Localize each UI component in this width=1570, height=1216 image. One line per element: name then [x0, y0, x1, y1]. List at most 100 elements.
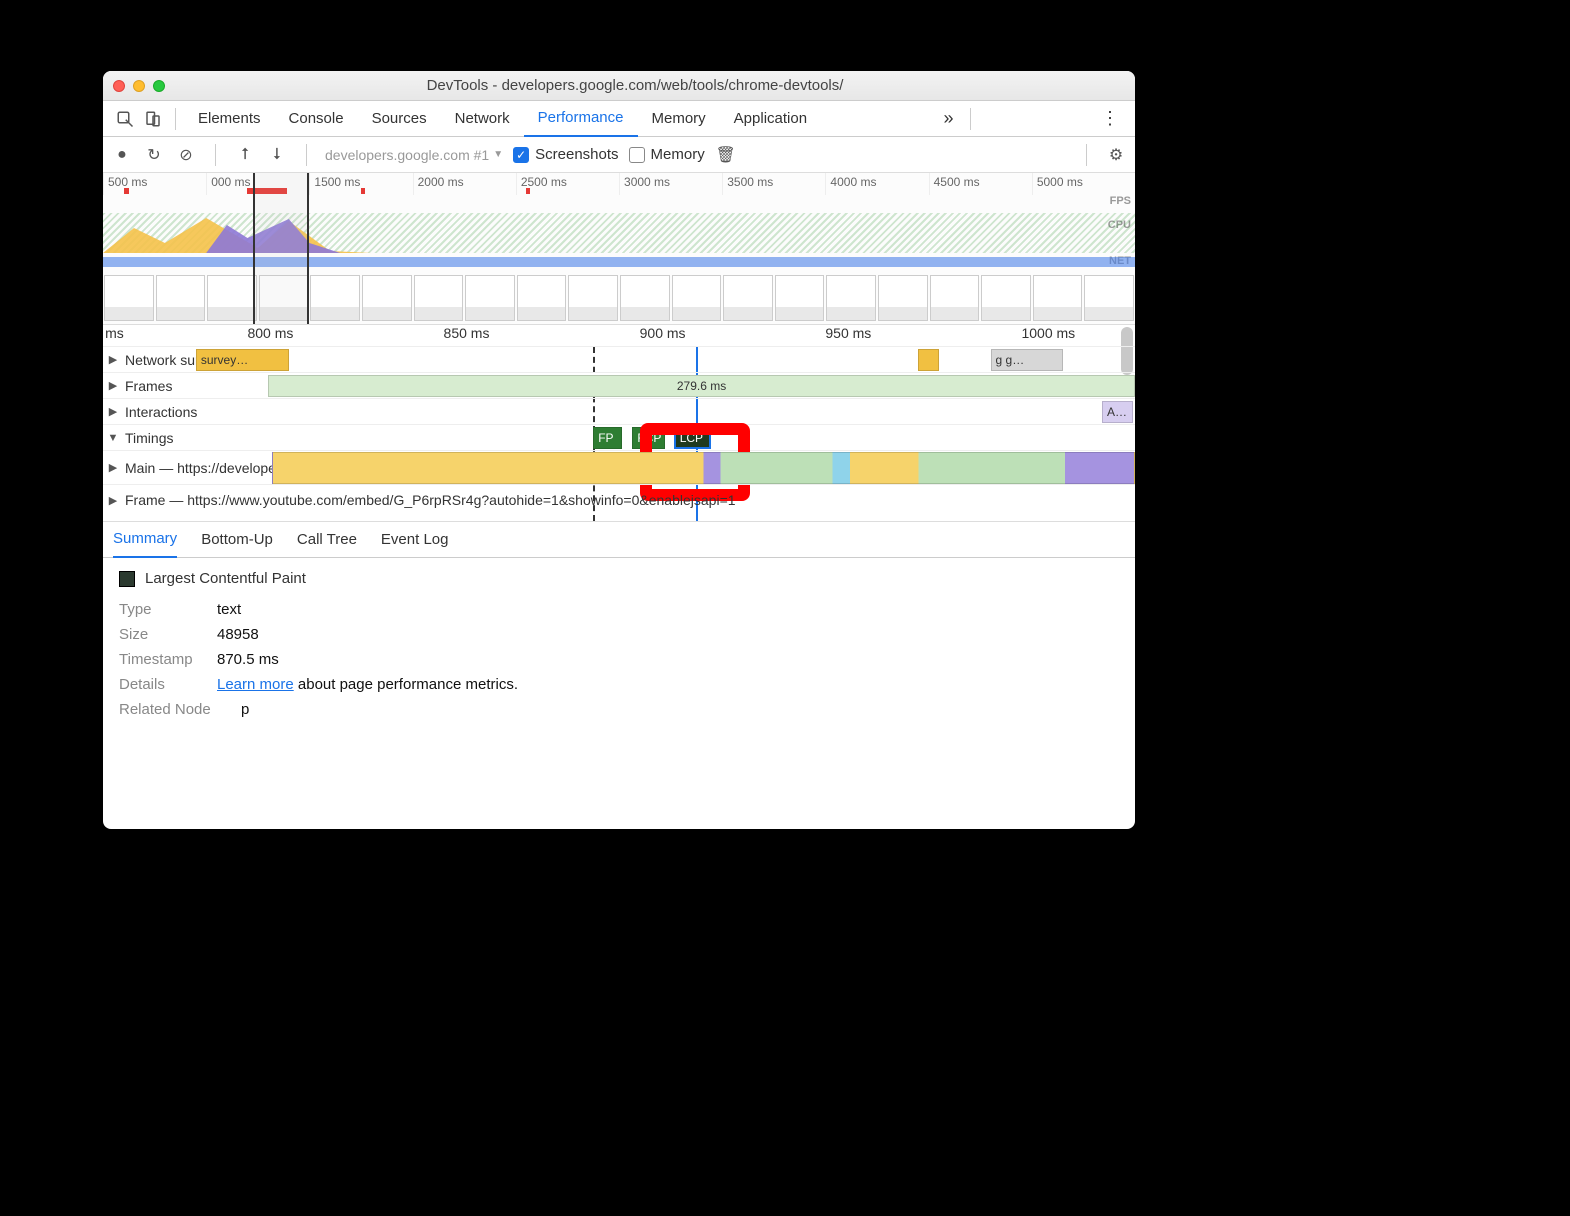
network-block[interactable]: survey… — [196, 349, 289, 371]
tab-call-tree[interactable]: Call Tree — [297, 522, 357, 558]
filmstrip-thumb — [981, 275, 1031, 321]
tab-memory[interactable]: Memory — [638, 101, 720, 137]
tab-network[interactable]: Network — [441, 101, 524, 137]
summary-row-type: Type text — [119, 597, 1119, 622]
ov-longframe-marker — [526, 188, 530, 194]
track-interactions[interactable]: ▶ Interactions A… — [103, 399, 1135, 425]
filmstrip-thumb — [930, 275, 980, 321]
filmstrip-thumb — [517, 275, 567, 321]
interaction-block[interactable]: A… — [1102, 401, 1133, 423]
inspect-icon[interactable] — [111, 105, 139, 133]
device-toggle-icon[interactable] — [139, 105, 167, 133]
ov-fps-label: FPS — [1110, 195, 1131, 207]
screenshots-toggle[interactable]: ✓ Screenshots — [513, 146, 618, 163]
summary-timestamp-label: Timestamp — [119, 651, 205, 668]
separator — [175, 108, 176, 130]
ov-tick: 5000 ms — [1032, 173, 1135, 195]
ov-tick: 3000 ms — [619, 173, 722, 195]
tabs-overflow-icon[interactable]: » — [936, 108, 962, 129]
summary-related-value: p — [241, 701, 249, 718]
record-icon[interactable]: ● — [111, 146, 133, 164]
reload-icon[interactable]: ↻ — [143, 145, 165, 165]
summary-size-label: Size — [119, 626, 205, 643]
ruler-tick: ms — [105, 325, 124, 341]
track-network[interactable]: ▶ Network survey… survey… g g… — [103, 347, 1135, 373]
tab-performance[interactable]: Performance — [524, 101, 638, 137]
summary-details-label: Details — [119, 676, 205, 693]
timing-marker-fp[interactable]: FP — [593, 427, 622, 449]
filmstrip-thumb — [414, 275, 464, 321]
caret-down-icon: ▼ — [493, 149, 503, 160]
disclose-open-icon[interactable]: ▼ — [103, 432, 123, 444]
ov-tick: 500 ms — [103, 173, 206, 195]
check-icon: ✓ — [513, 147, 529, 163]
summary-heading-row: Largest Contentful Paint — [119, 570, 1119, 587]
flamechart-area[interactable]: ms 800 ms 850 ms 900 ms 950 ms 1000 ms ▶… — [103, 325, 1135, 522]
tab-console[interactable]: Console — [275, 101, 358, 137]
recording-select-label: developers.google.com #1 — [325, 147, 489, 163]
network-block[interactable]: g g… — [991, 349, 1063, 371]
track-timings-label: Timings — [123, 430, 174, 446]
summary-details-value: Learn more about page performance metric… — [217, 676, 518, 693]
filmstrip-thumb — [207, 275, 257, 321]
filmstrip-thumb — [568, 275, 618, 321]
screenshots-label: Screenshots — [535, 146, 618, 163]
learn-more-link[interactable]: Learn more — [217, 676, 294, 693]
filmstrip-thumb — [672, 275, 722, 321]
track-timings[interactable]: ▼ Timings FP FCP LCP — [103, 425, 1135, 451]
close-window-icon[interactable] — [113, 80, 125, 92]
track-frame-iframe[interactable]: ▶ Frame — https://www.youtube.com/embed/… — [103, 485, 1135, 515]
memory-toggle[interactable]: Memory — [629, 146, 705, 163]
memory-label: Memory — [651, 146, 705, 163]
summary-row-size: Size 48958 — [119, 622, 1119, 647]
window-title: DevTools - developers.google.com/web/too… — [175, 77, 1125, 94]
disclose-icon[interactable]: ▶ — [103, 353, 123, 366]
main-flame-block[interactable] — [272, 452, 1135, 484]
save-profile-icon[interactable]: ⭣ — [266, 146, 288, 164]
ruler-tick: 900 ms — [640, 325, 686, 341]
network-block[interactable] — [918, 349, 939, 371]
track-frames[interactable]: ▶ Frames 279.6 ms — [103, 373, 1135, 399]
garbage-collect-icon[interactable]: 🗑 — [715, 145, 737, 165]
clear-icon[interactable]: ⊘ — [175, 145, 197, 165]
load-profile-icon[interactable]: ⭡ — [234, 146, 256, 164]
tab-application[interactable]: Application — [720, 101, 821, 137]
filmstrip-thumb — [775, 275, 825, 321]
kebab-menu-icon[interactable]: ⋮ — [1093, 108, 1127, 129]
overview-selection[interactable] — [253, 173, 310, 324]
disclose-icon[interactable]: ▶ — [103, 379, 123, 392]
filmstrip-thumb — [826, 275, 876, 321]
disclose-icon[interactable]: ▶ — [103, 494, 123, 507]
track-main[interactable]: ▶ Main — https://developers.google.com/w… — [103, 451, 1135, 485]
filmstrip-thumb — [1084, 275, 1134, 321]
filmstrip-thumb — [620, 275, 670, 321]
timing-marker-lcp[interactable]: LCP — [674, 427, 711, 449]
recording-select[interactable]: developers.google.com #1 ▼ — [325, 147, 503, 163]
ruler-tick: 800 ms — [247, 325, 293, 341]
devtools-window: DevTools - developers.google.com/web/too… — [103, 71, 1135, 829]
filmstrip-thumb — [310, 275, 360, 321]
disclose-icon[interactable]: ▶ — [103, 461, 123, 474]
filmstrip-thumb — [362, 275, 412, 321]
summary-details-rest: about page performance metrics. — [294, 676, 518, 693]
filmstrip-thumb — [465, 275, 515, 321]
summary-size-value: 48958 — [217, 626, 259, 643]
details-tabs: Summary Bottom-Up Call Tree Event Log — [103, 522, 1135, 558]
ov-tick: 4000 ms — [825, 173, 928, 195]
timing-marker-fcp[interactable]: FCP — [632, 427, 665, 449]
tab-event-log[interactable]: Event Log — [381, 522, 449, 558]
ov-tick: 4500 ms — [929, 173, 1032, 195]
disclose-icon[interactable]: ▶ — [103, 405, 123, 418]
timeline-overview[interactable]: 500 ms 000 ms 1500 ms 2000 ms 2500 ms 30… — [103, 173, 1135, 325]
minimize-window-icon[interactable] — [133, 80, 145, 92]
tab-sources[interactable]: Sources — [358, 101, 441, 137]
tab-elements[interactable]: Elements — [184, 101, 275, 137]
ov-tick: 2000 ms — [413, 173, 516, 195]
filmstrip-thumb — [156, 275, 206, 321]
zoom-window-icon[interactable] — [153, 80, 165, 92]
tab-bottom-up[interactable]: Bottom-Up — [201, 522, 273, 558]
settings-gear-icon[interactable]: ⚙ — [1105, 145, 1127, 165]
tab-summary[interactable]: Summary — [113, 522, 177, 558]
summary-row-details: Details Learn more about page performanc… — [119, 672, 1119, 697]
frame-block[interactable]: 279.6 ms — [268, 375, 1135, 397]
